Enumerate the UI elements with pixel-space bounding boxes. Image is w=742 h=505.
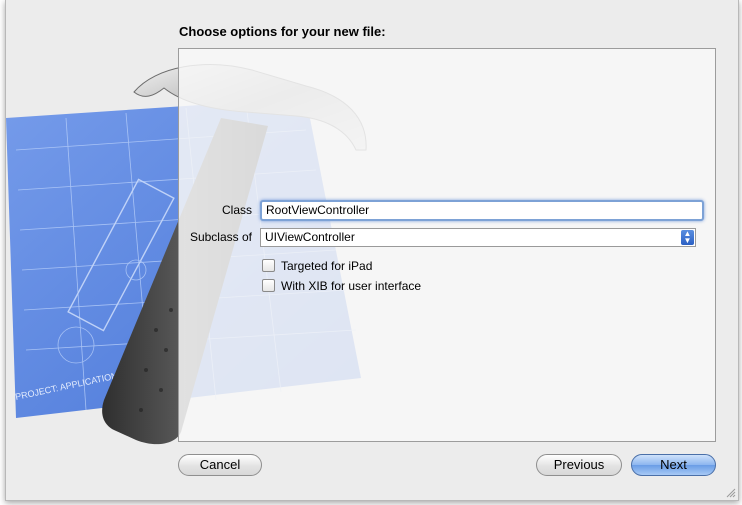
next-button[interactable]: Next bbox=[631, 454, 716, 476]
subclass-value: UIViewController bbox=[265, 230, 355, 244]
new-file-options-sheet: PROJECT: APPLICATION.APP Choose options … bbox=[5, 0, 739, 501]
targeted-ipad-row[interactable]: Targeted for iPad bbox=[262, 259, 372, 273]
xib-checkbox-label: With XIB for user interface bbox=[281, 279, 422, 293]
class-name-input[interactable] bbox=[260, 200, 704, 221]
ipad-checkbox-label: Targeted for iPad bbox=[281, 259, 373, 273]
subclass-label: Subclass of bbox=[189, 230, 252, 244]
cancel-button[interactable]: Cancel bbox=[178, 454, 262, 476]
ipad-checkbox[interactable] bbox=[262, 259, 275, 272]
resize-grip-icon[interactable] bbox=[725, 487, 736, 498]
with-xib-row[interactable]: With XIB for user interface bbox=[262, 279, 421, 293]
dialog-title: Choose options for your new file: bbox=[179, 24, 386, 39]
previous-button[interactable]: Previous bbox=[536, 454, 622, 476]
xib-checkbox[interactable] bbox=[262, 279, 275, 292]
class-label: Class bbox=[221, 203, 252, 217]
popup-arrows-icon: ▲ ▼ bbox=[681, 230, 694, 245]
subclass-popup[interactable]: UIViewController ▲ ▼ bbox=[260, 228, 696, 247]
